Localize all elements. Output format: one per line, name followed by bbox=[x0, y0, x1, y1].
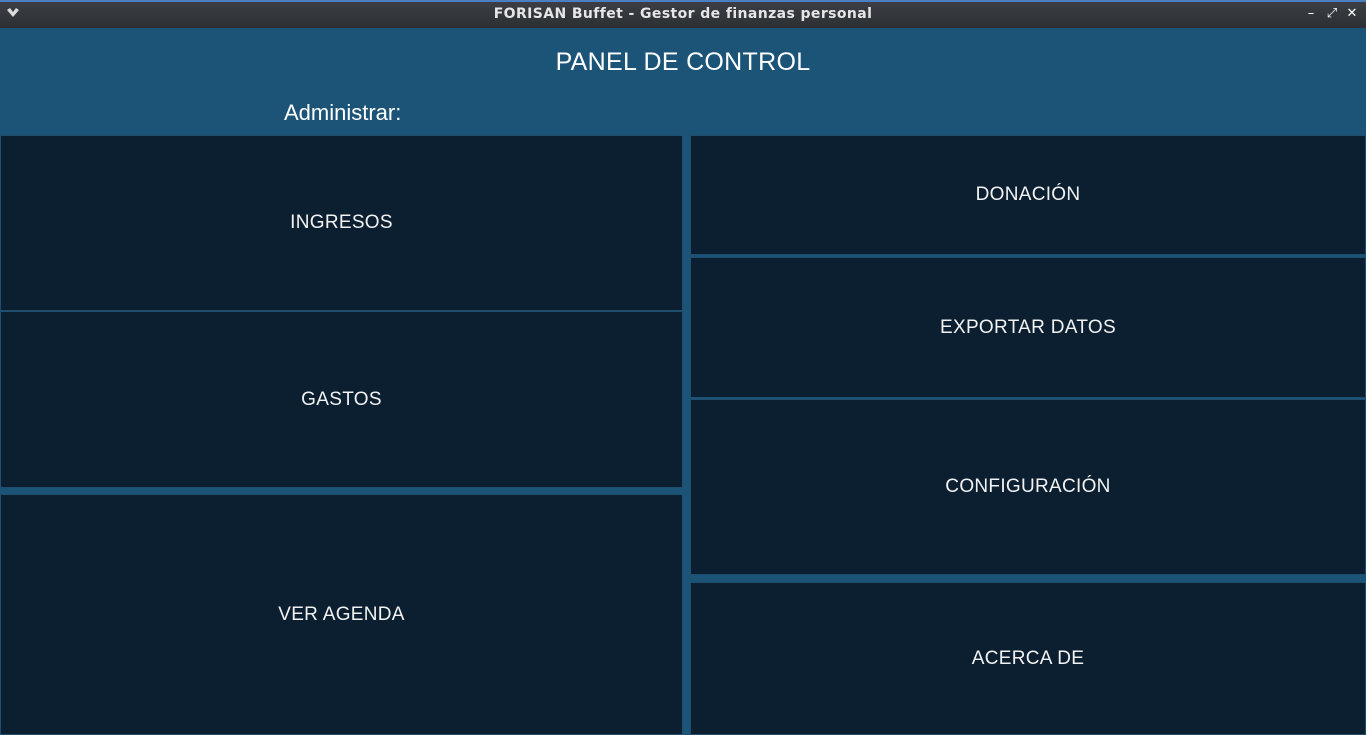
configuracion-button[interactable]: CONFIGURACIÓN bbox=[690, 399, 1366, 575]
maximize-button[interactable]: ⤢ bbox=[1323, 5, 1341, 23]
minimize-button[interactable]: – bbox=[1302, 5, 1320, 23]
close-button[interactable]: ✕ bbox=[1343, 5, 1361, 23]
admin-label: Administrar: bbox=[284, 100, 402, 125]
exportar-datos-button[interactable]: EXPORTAR DATOS bbox=[690, 257, 1366, 398]
gastos-button[interactable]: GASTOS bbox=[0, 311, 683, 488]
panel-header: PANEL DE CONTROL Administrar: bbox=[0, 28, 1366, 134]
acerca-de-label: ACERCA DE bbox=[971, 647, 1085, 669]
maximize-icon: ⤢ bbox=[1326, 6, 1338, 21]
minimize-icon: – bbox=[1307, 6, 1315, 21]
ingresos-label: INGRESOS bbox=[290, 212, 393, 233]
ver-agenda-label: VER AGENDA bbox=[278, 603, 405, 625]
window-title: FORISAN Buffet - Gestor de finanzas pers… bbox=[493, 6, 873, 22]
ver-agenda-button[interactable]: VER AGENDA bbox=[0, 494, 683, 735]
exportar-datos-label: EXPORTAR DATOS bbox=[940, 316, 1116, 338]
window-titlebar: FORISAN Buffet - Gestor de finanzas pers… bbox=[0, 0, 1366, 28]
donacion-button[interactable]: DONACIÓN bbox=[690, 135, 1366, 255]
page-title: PANEL DE CONTROL bbox=[555, 48, 811, 76]
acerca-de-button[interactable]: ACERCA DE bbox=[690, 582, 1366, 735]
close-icon: ✕ bbox=[1346, 6, 1358, 21]
gastos-label: GASTOS bbox=[301, 388, 382, 410]
donacion-label: DONACIÓN bbox=[975, 184, 1081, 205]
ingresos-button[interactable]: INGRESOS bbox=[0, 135, 683, 311]
configuracion-label: CONFIGURACIÓN bbox=[945, 476, 1111, 497]
